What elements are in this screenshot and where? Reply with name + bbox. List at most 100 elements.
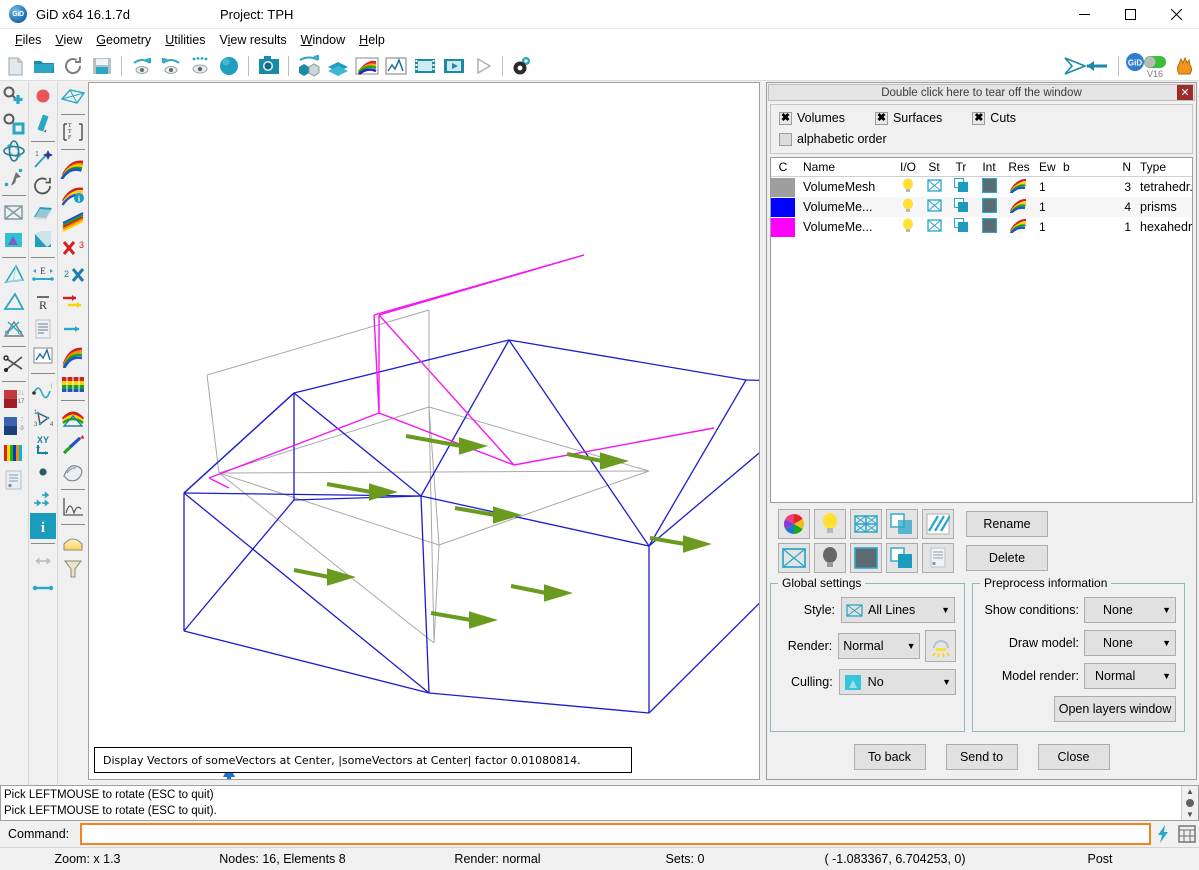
light-dome-icon[interactable] [925, 630, 956, 662]
animation-film-icon[interactable] [411, 52, 438, 79]
layer-tr-icon[interactable] [947, 198, 975, 216]
checkbox-volumes[interactable]: ✖ Volumes [779, 111, 845, 125]
chevron-down-icon[interactable]: ▼ [907, 641, 916, 651]
zoom-window-icon[interactable] [1, 111, 27, 137]
render-flat-icon[interactable] [1, 227, 27, 253]
checkbox-cuts-box[interactable]: ✖ [972, 112, 985, 125]
table-row[interactable]: VolumeMe... 1 1 hexahe [771, 217, 1192, 237]
save-icon[interactable] [88, 52, 115, 79]
solid-grey-icon[interactable] [850, 543, 882, 573]
scissors-cut-icon[interactable] [1, 351, 27, 377]
checkbox-surfaces-box[interactable]: ✖ [875, 112, 888, 125]
checkbox-surfaces[interactable]: ✖ Surfaces [875, 111, 942, 125]
point-red-icon[interactable] [30, 84, 56, 110]
view-dots-icon[interactable] [186, 52, 213, 79]
result-list-icon[interactable] [1, 467, 27, 493]
plane-cut-icon[interactable] [30, 200, 56, 226]
contour-blue-range-icon[interactable]: -7-9 [1, 413, 27, 439]
rainbow-info-icon[interactable]: i [60, 181, 86, 207]
zoom-in-icon[interactable] [1, 84, 27, 110]
layer-color-swatch[interactable] [771, 178, 795, 197]
camera-snapshot-icon[interactable] [255, 52, 282, 79]
menu-files[interactable]: Files [8, 31, 48, 49]
delete-button[interactable]: Delete [966, 545, 1048, 571]
sphere-render-icon[interactable] [215, 52, 242, 79]
layer-color-swatch[interactable] [771, 198, 795, 217]
lightning-bolt-icon[interactable] [1151, 822, 1175, 846]
rainbow-mesh-icon[interactable] [60, 405, 86, 431]
radius-R-icon[interactable]: R [30, 289, 56, 315]
menu-utilities[interactable]: Utilities [158, 31, 212, 49]
line-segment-icon[interactable] [30, 548, 56, 574]
graph-curves-icon[interactable] [60, 494, 86, 520]
graph-icon[interactable] [382, 52, 409, 79]
reload-icon[interactable] [59, 52, 86, 79]
mesh-grid-icon[interactable] [850, 509, 882, 539]
command-input[interactable] [80, 823, 1151, 845]
surface-iso-icon[interactable] [60, 459, 86, 485]
arrow-yellow-icon[interactable] [60, 289, 86, 315]
rotate-trackball-icon[interactable] [1, 138, 27, 164]
cut-model-icon[interactable] [1, 316, 27, 342]
pencil-draw-icon[interactable] [30, 111, 56, 137]
color-wheel-icon[interactable] [778, 509, 810, 539]
color-bands-icon[interactable] [1, 440, 27, 466]
open-layers-window-button[interactable]: Open layers window [1054, 696, 1176, 722]
layer-tr-icon[interactable] [947, 218, 975, 236]
checkbox-alphabetic-order[interactable]: alphabetic order [779, 132, 887, 146]
console-output[interactable]: Pick LEFTMOUSE to rotate (ESC to quit) P… [0, 785, 1199, 821]
scroll-up-icon[interactable]: ▲ [1186, 787, 1194, 796]
xy-axes-icon[interactable]: XY [30, 432, 56, 458]
layer-st-icon[interactable] [921, 218, 947, 236]
layer-int-icon[interactable] [975, 178, 1003, 196]
layers-icon[interactable] [324, 52, 351, 79]
layer-io-icon[interactable] [895, 198, 921, 217]
surface-view-icon[interactable] [1, 289, 27, 315]
layer-res-icon[interactable] [1003, 218, 1035, 236]
rainbow-band-icon[interactable] [60, 154, 86, 180]
open-folder-icon[interactable] [30, 52, 57, 79]
spectrum-bar-icon[interactable] [60, 370, 86, 396]
select-arrow-icon[interactable] [1060, 52, 1112, 79]
vectors-arrows-icon[interactable] [30, 486, 56, 512]
render-wireframe-icon[interactable] [1, 200, 27, 226]
draw-model-dropdown[interactable]: None ▼ [1084, 630, 1176, 656]
panel-close-icon[interactable]: ✕ [1177, 85, 1193, 100]
extrude-E-icon[interactable]: E [30, 262, 56, 288]
layer-color-swatch[interactable] [771, 218, 795, 237]
arrow-blue-icon[interactable] [60, 316, 86, 342]
magic-wand-icon[interactable]: 1 [30, 146, 56, 172]
preferences-gear-icon[interactable] [509, 52, 536, 79]
chevron-down-icon[interactable]: ▼ [1162, 605, 1171, 615]
color-ramp-icon[interactable] [353, 52, 380, 79]
layer-io-icon[interactable] [895, 218, 921, 237]
transparency-layers-icon[interactable] [886, 509, 918, 539]
command-table-icon[interactable] [1175, 822, 1199, 846]
menu-window[interactable]: Window [294, 31, 352, 49]
contour-red-range-icon[interactable]: 2117 [1, 386, 27, 412]
wireframe-box-icon[interactable] [778, 543, 810, 573]
transparency-solid-icon[interactable] [886, 543, 918, 573]
layer-int-icon[interactable] [975, 218, 1003, 236]
close-button-panel[interactable]: Close [1038, 744, 1110, 770]
3d-viewport[interactable]: z y x Display Vectors of someVectors at … [88, 82, 760, 780]
rotate-cubes-icon[interactable] [295, 52, 322, 79]
chevron-down-icon[interactable]: ▼ [1162, 671, 1171, 681]
checkbox-volumes-box[interactable]: ✖ [779, 112, 792, 125]
table-row[interactable]: VolumeMesh 1 3 tetrahe [771, 177, 1192, 197]
tear-off-bar[interactable]: Double click here to tear off the window… [768, 84, 1195, 101]
checkbox-alphabetic-order-box[interactable] [779, 133, 792, 146]
send-to-button[interactable]: Send to [946, 744, 1018, 770]
text-label-icon[interactable]: TTF [60, 119, 86, 145]
menu-view-results[interactable]: View results [212, 31, 293, 49]
mesh-wire-icon[interactable] [60, 84, 86, 110]
checkbox-cuts[interactable]: ✖ Cuts [972, 111, 1016, 125]
redo-view-icon[interactable] [157, 52, 184, 79]
volume-view-icon[interactable] [1, 262, 27, 288]
render-dropdown[interactable]: Normal ▼ [838, 633, 920, 659]
line-thick-icon[interactable] [30, 575, 56, 601]
hatch-pattern-icon[interactable] [922, 509, 954, 539]
signal-wave-icon[interactable]: l [30, 378, 56, 404]
gid-hand-icon[interactable] [1171, 52, 1198, 79]
funnel-icon[interactable] [60, 556, 86, 582]
